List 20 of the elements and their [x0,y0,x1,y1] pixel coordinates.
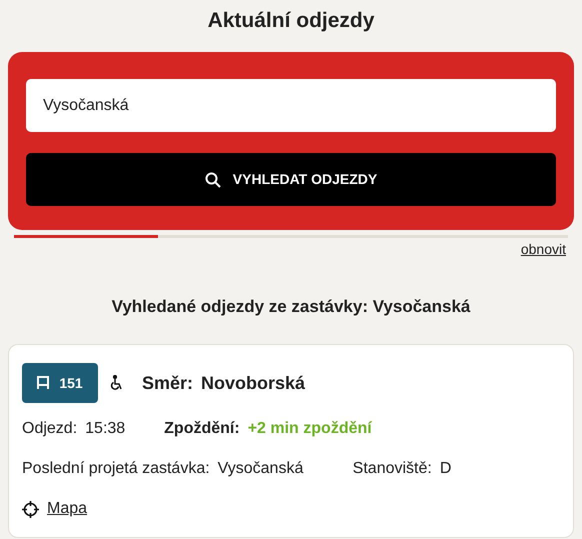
map-link[interactable]: Mapa [47,497,88,521]
platform-label: Stanoviště: [352,459,432,479]
search-field[interactable]: Vysočanská [26,79,556,132]
search-icon [204,172,221,188]
refresh-link[interactable]: obnovit [520,239,566,260]
results-heading: Vyhledané odjezdy ze zastávky: Vysočanská [110,296,472,318]
platform-value: D [440,459,452,479]
search-button[interactable]: VYHLEDAT ODJEZDY [26,153,556,206]
last-stop-value: Vysočanská [218,459,304,479]
delay-value: +2 min zpoždění [248,419,372,439]
crosshair-icon [22,500,39,518]
bus-icon [37,376,50,390]
direction-value: Novoborská [201,372,306,394]
page-title: Aktuální odjezdy [206,8,376,34]
delay-label: Zpoždění: [164,419,240,439]
last-stop-label: Poslední projetá zastávka: [22,459,210,479]
direction-label: Směr: [142,372,194,394]
line-badge: 151 [22,363,98,403]
departure-label: Odjezd: [22,419,78,439]
departure-time: 15:38 [85,419,126,439]
